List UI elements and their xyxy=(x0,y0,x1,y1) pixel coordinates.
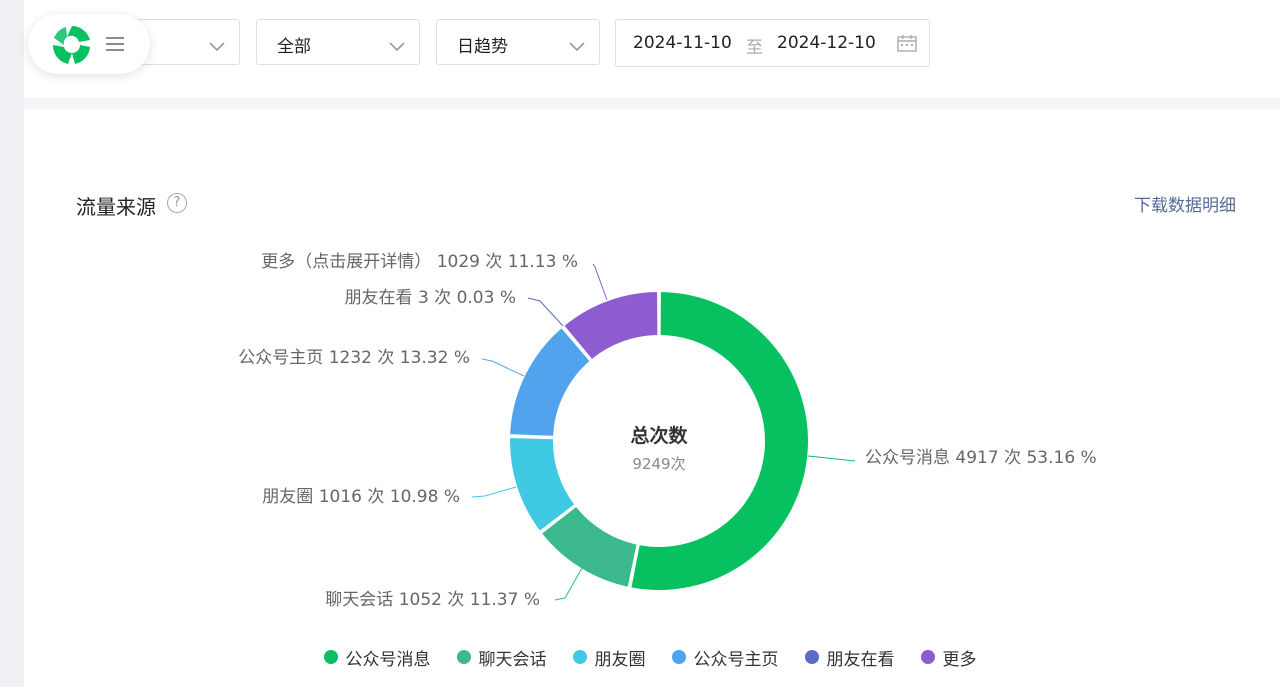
slice-label-4: 公众号主页 1232 次 13.32 % xyxy=(238,348,470,368)
donut-center-title: 总次数 xyxy=(630,424,688,447)
legend-item-6[interactable]: 更多 xyxy=(920,644,977,670)
legend-label: 朋友圈 xyxy=(594,649,646,670)
slice-label-3: 朋友圈 1016 次 10.98 % xyxy=(262,487,460,507)
legend-item-4[interactable]: 公众号主页 xyxy=(671,644,779,670)
slice-label-2: 聊天会话 1052 次 11.37 % xyxy=(325,590,540,610)
slice-label-1: 公众号消息 4917 次 53.16 % xyxy=(865,448,1097,468)
leader-line-5 xyxy=(527,297,564,327)
leader-line-6 xyxy=(592,263,608,301)
legend-dot xyxy=(920,650,935,664)
legend-dot xyxy=(456,650,471,664)
legend-item-2[interactable]: 聊天会话 xyxy=(456,644,547,670)
legend-dot xyxy=(323,650,338,664)
legend-dot xyxy=(671,650,686,664)
leader-line-3 xyxy=(471,486,517,498)
slice-label-6: 更多（点击展开详情） 1029 次 11.13 % xyxy=(261,252,578,272)
legend-dot xyxy=(804,650,819,664)
traffic-source-donut-chart: 公众号消息 4917 次 53.16 % 聊天会话 1052 次 11.37 % 朋… xyxy=(238,252,1097,610)
legend-item-3[interactable]: 朋友圈 xyxy=(572,644,646,670)
legend-label: 公众号主页 xyxy=(693,649,779,670)
slice-label-5: 朋友在看 3 次 0.03 % xyxy=(345,288,516,308)
leader-line-2 xyxy=(554,567,583,601)
legend-item-1[interactable]: 公众号消息 xyxy=(323,644,431,670)
legend-dot xyxy=(572,650,587,664)
donut-center-value: 9249次 xyxy=(632,455,685,473)
legend-label: 公众号消息 xyxy=(345,649,431,670)
legend-label: 更多 xyxy=(942,649,977,670)
legend-label: 聊天会话 xyxy=(478,649,547,670)
chart-legend: 公众号消息 聊天会话 朋友圈 公众号主页 朋友在看 更多 xyxy=(0,644,1280,670)
leader-line-1 xyxy=(807,455,856,462)
leader-line-4 xyxy=(481,358,525,377)
legend-item-5[interactable]: 朋友在看 xyxy=(804,644,895,670)
legend-label: 朋友在看 xyxy=(826,649,895,670)
